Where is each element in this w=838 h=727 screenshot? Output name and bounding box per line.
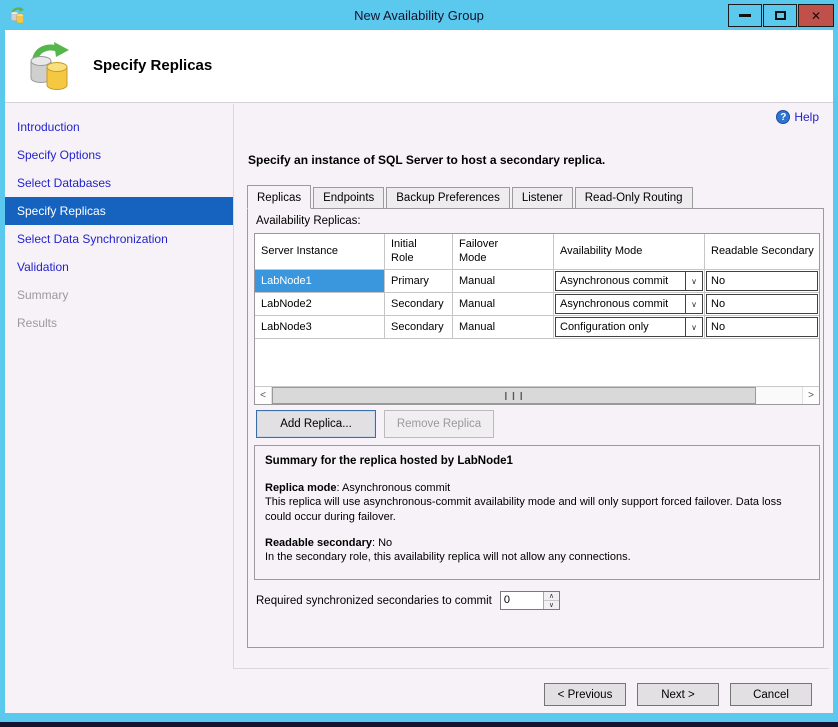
summary-replica-mode-desc: This replica will use asynchronous-commi…: [265, 495, 809, 524]
add-replica-button[interactable]: Add Replica...: [256, 410, 376, 438]
summary-readable-secondary-desc: In the secondary role, this availability…: [265, 550, 809, 564]
replica-summary-box: Summary for the replica hosted by LabNod…: [254, 445, 820, 580]
footer-divider: [233, 668, 829, 669]
chevron-down-icon: ∨: [685, 295, 702, 313]
cell-availability-mode: Asynchronous commit ∨: [554, 270, 705, 292]
availability-replicas-label: Availability Replicas:: [256, 215, 361, 227]
cell-readable-secondary: No: [705, 293, 819, 315]
dialog-window: New Availability Group ✕ Specif: [0, 0, 838, 722]
cell-failover-mode[interactable]: Manual: [453, 293, 554, 315]
grid-horizontal-scrollbar[interactable]: < ❙❙❙ >: [255, 386, 819, 404]
summary-title: Summary for the replica hosted by LabNod…: [265, 454, 809, 469]
grid-empty-area: [255, 339, 819, 386]
dialog-body: Specify Replicas Introduction Specify Op…: [5, 30, 833, 713]
close-icon: ✕: [811, 10, 821, 22]
sidebar-item-select-databases[interactable]: Select Databases: [5, 169, 233, 197]
scroll-left-icon[interactable]: <: [255, 387, 272, 404]
sidebar-item-results: Results: [5, 309, 233, 337]
stepper-up-icon[interactable]: ∧: [544, 592, 559, 601]
cell-server-instance[interactable]: LabNode3: [255, 316, 385, 338]
sidebar-item-select-data-synchronization[interactable]: Select Data Synchronization: [5, 225, 233, 253]
next-button[interactable]: Next >: [637, 683, 719, 706]
availability-mode-dropdown[interactable]: Asynchronous commit ∨: [555, 294, 703, 314]
tab-endpoints[interactable]: Endpoints: [313, 187, 384, 208]
col-header-initial-role[interactable]: Initial Role: [385, 234, 453, 269]
stepper-down-icon[interactable]: ∨: [544, 601, 559, 609]
readable-secondary-dropdown[interactable]: No: [706, 271, 818, 291]
scroll-right-icon[interactable]: >: [802, 387, 819, 404]
stepper-value[interactable]: 0: [501, 592, 543, 609]
tab-read-only-routing[interactable]: Read-Only Routing: [575, 187, 693, 208]
sidebar-item-summary: Summary: [5, 281, 233, 309]
cell-server-instance[interactable]: LabNode2: [255, 293, 385, 315]
grid-header-row: Server Instance Initial Role Failover Mo…: [255, 234, 819, 270]
minimize-button[interactable]: [728, 4, 762, 27]
replicas-tab-panel: Availability Replicas: Server Instance I…: [247, 208, 824, 648]
required-secondaries-row: Required synchronized secondaries to com…: [256, 591, 560, 610]
summary-readable-secondary: Readable secondary: No In the secondary …: [265, 536, 809, 565]
availability-mode-dropdown[interactable]: Asynchronous commit ∨: [555, 271, 703, 291]
tab-listener[interactable]: Listener: [512, 187, 573, 208]
cell-failover-mode[interactable]: Manual: [453, 316, 554, 338]
chevron-down-icon: ∨: [685, 318, 702, 336]
cell-readable-secondary: No: [705, 270, 819, 292]
cell-initial-role[interactable]: Primary: [385, 270, 453, 292]
help-label: Help: [794, 110, 819, 124]
cell-server-instance[interactable]: LabNode1: [255, 270, 385, 292]
scrollbar-thumb[interactable]: ❙❙❙: [272, 387, 756, 404]
sidebar-item-specify-options[interactable]: Specify Options: [5, 141, 233, 169]
readable-secondary-dropdown[interactable]: No: [706, 294, 818, 314]
summary-replica-mode: Replica mode: Asynchronous commit This r…: [265, 481, 809, 524]
replicas-page-icon: [27, 38, 75, 94]
page-instruction: Specify an instance of SQL Server to hos…: [248, 153, 605, 167]
grid-row-labnode2: LabNode2 Secondary Manual Asynchronous c…: [255, 293, 819, 316]
cell-readable-secondary: No: [705, 316, 819, 338]
previous-button[interactable]: < Previous: [544, 683, 626, 706]
required-secondaries-stepper[interactable]: 0 ∧ ∨: [500, 591, 560, 610]
maximize-button[interactable]: [763, 4, 797, 27]
cell-availability-mode: Asynchronous commit ∨: [554, 293, 705, 315]
readable-secondary-dropdown[interactable]: No: [706, 317, 818, 337]
wizard-header: Specify Replicas: [5, 30, 833, 103]
titlebar: New Availability Group ✕: [0, 0, 838, 30]
minimize-icon: [739, 14, 751, 17]
maximize-icon: [775, 11, 786, 20]
tab-replicas[interactable]: Replicas: [247, 185, 311, 209]
availability-mode-dropdown[interactable]: Configuration only ∨: [555, 317, 703, 337]
required-secondaries-label: Required synchronized secondaries to com…: [256, 595, 492, 607]
window-controls: ✕: [727, 4, 834, 27]
page-title: Specify Replicas: [93, 57, 212, 74]
scrollbar-grip-icon: ❙❙❙: [502, 392, 525, 400]
help-link[interactable]: ? Help: [776, 110, 819, 124]
sidebar-item-validation[interactable]: Validation: [5, 253, 233, 281]
availability-replicas-grid: Server Instance Initial Role Failover Mo…: [254, 233, 820, 405]
wizard-steps-sidebar: Introduction Specify Options Select Data…: [5, 104, 233, 713]
col-header-readable-secondary[interactable]: Readable Secondary: [705, 234, 819, 269]
chevron-down-icon: ∨: [685, 272, 702, 290]
cell-failover-mode[interactable]: Manual: [453, 270, 554, 292]
remove-replica-button: Remove Replica: [384, 410, 494, 438]
sidebar-item-introduction[interactable]: Introduction: [5, 113, 233, 141]
tab-strip: Replicas Endpoints Backup Preferences Li…: [247, 185, 695, 208]
desktop-background: [0, 722, 838, 727]
sidebar-item-specify-replicas[interactable]: Specify Replicas: [5, 197, 233, 225]
close-button[interactable]: ✕: [798, 4, 834, 27]
window-title: New Availability Group: [0, 8, 838, 23]
col-header-availability-mode[interactable]: Availability Mode: [554, 234, 705, 269]
grid-row-labnode1: LabNode1 Primary Manual Asynchronous com…: [255, 270, 819, 293]
cell-availability-mode: Configuration only ∨: [554, 316, 705, 338]
cell-initial-role[interactable]: Secondary: [385, 293, 453, 315]
stepper-arrows: ∧ ∨: [543, 592, 559, 609]
help-icon: ?: [776, 110, 790, 124]
col-header-server-instance[interactable]: Server Instance: [255, 234, 385, 269]
main-content: ? Help Specify an instance of SQL Server…: [234, 104, 833, 713]
cell-initial-role[interactable]: Secondary: [385, 316, 453, 338]
cancel-button[interactable]: Cancel: [730, 683, 812, 706]
tab-backup-preferences[interactable]: Backup Preferences: [386, 187, 510, 208]
grid-row-labnode3: LabNode3 Secondary Manual Configuration …: [255, 316, 819, 339]
col-header-failover-mode[interactable]: Failover Mode: [453, 234, 554, 269]
